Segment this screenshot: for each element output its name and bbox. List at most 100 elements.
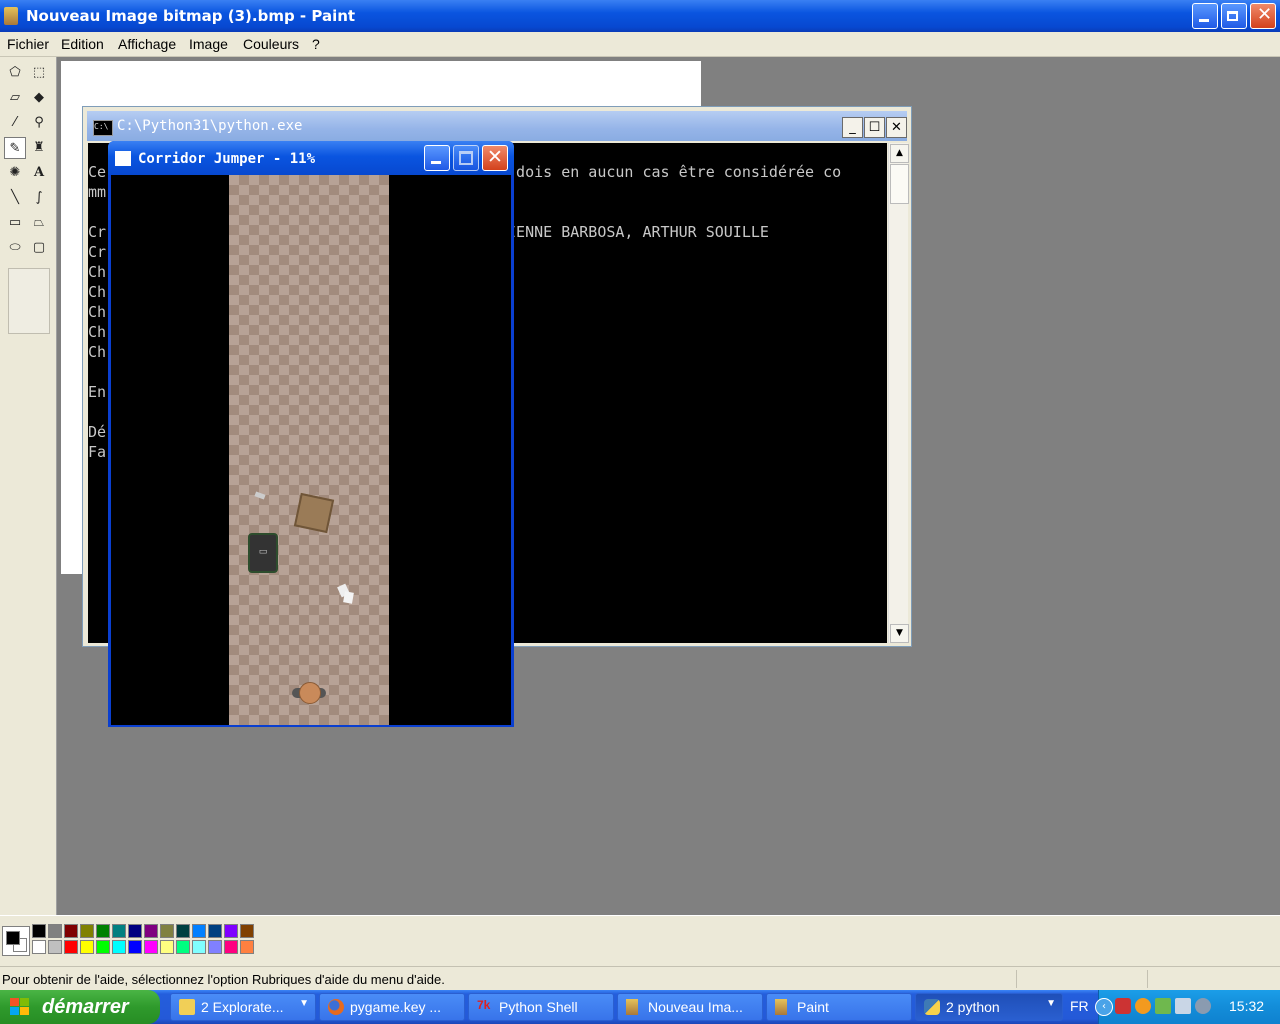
scroll-thumb[interactable] [890, 164, 909, 204]
tray-expand-icon[interactable]: ‹ [1095, 998, 1113, 1016]
rounded-rect-tool[interactable]: ▢ [28, 237, 50, 259]
palette-swatch[interactable] [224, 940, 238, 954]
papers-sprite [337, 583, 354, 604]
fill-tool[interactable]: ◆ [28, 87, 50, 109]
console-minimize-button[interactable]: _ [842, 117, 863, 138]
rectangle-tool[interactable]: ▭ [4, 212, 26, 234]
taskbar-item-paint[interactable]: Paint [766, 993, 912, 1021]
connection-icon[interactable] [1175, 998, 1191, 1014]
palette-swatch[interactable] [48, 924, 62, 938]
palette-swatch[interactable] [32, 940, 46, 954]
polygon-tool[interactable]: ⏢ [28, 212, 50, 234]
palette-swatch[interactable] [112, 924, 126, 938]
console-maximize-button[interactable]: ☐ [864, 117, 885, 138]
palette-swatch[interactable] [160, 940, 174, 954]
network-icon[interactable] [1155, 998, 1171, 1014]
palette-swatch[interactable] [208, 940, 222, 954]
arrow-down-icon: ▼ [896, 628, 903, 638]
restore-icon [1227, 11, 1238, 21]
free-select-tool[interactable]: ⬠ [4, 62, 26, 84]
palette-swatch[interactable] [192, 924, 206, 938]
minimize-icon [431, 161, 441, 164]
pencil-tool[interactable]: ✎ [4, 137, 26, 159]
palette-swatch[interactable] [224, 924, 238, 938]
color-picker-tool[interactable]: ⁄ [4, 112, 26, 134]
taskbar-item-paint-image[interactable]: Nouveau Ima... [617, 993, 763, 1021]
brush-tool[interactable]: ♜ [28, 137, 50, 159]
console-titlebar[interactable]: C:\ C:\Python31\python.exe _ ☐ ✕ [87, 111, 907, 141]
game-maximize-button[interactable] [453, 145, 479, 171]
taskbar-item-firefox[interactable]: pygame.key ... [319, 993, 465, 1021]
line-tool[interactable]: ╲ [4, 187, 26, 209]
console-close-button[interactable]: ✕ [886, 117, 907, 138]
antivirus-icon[interactable] [1135, 998, 1151, 1014]
taskbar-item-python-shell[interactable]: 7k Python Shell [468, 993, 614, 1021]
windows-logo-icon [10, 998, 30, 1016]
palette-swatch[interactable] [32, 924, 46, 938]
current-colors[interactable] [2, 926, 30, 956]
menu-fichier[interactable]: Fichier [7, 36, 49, 52]
eraser-tool[interactable]: ▱ [4, 87, 26, 109]
ellipse-tool[interactable]: ⬭ [4, 237, 26, 259]
menu-couleurs[interactable]: Couleurs [243, 36, 299, 52]
rect-select-tool[interactable]: ⬚ [28, 62, 50, 84]
palette-swatch[interactable] [64, 924, 78, 938]
menu-help[interactable]: ? [312, 36, 320, 52]
palette-swatch[interactable] [208, 924, 222, 938]
menu-edition[interactable]: Edition [61, 36, 104, 52]
palette-swatch[interactable] [80, 940, 94, 954]
palette-swatch[interactable] [128, 940, 142, 954]
scroll-down-button[interactable]: ▼ [890, 624, 909, 643]
menu-affichage[interactable]: Affichage [118, 36, 176, 52]
palette-swatch[interactable] [128, 924, 142, 938]
system-tray: ‹ 15:32 [1095, 990, 1280, 1024]
game-canvas[interactable]: ▭ [111, 175, 511, 725]
palette-swatch[interactable] [176, 924, 190, 938]
taskbar-item-explorer[interactable]: 2 Explorate... ▼ [170, 993, 316, 1021]
palette-swatch[interactable] [96, 924, 110, 938]
minimize-icon [1199, 19, 1209, 22]
magnifier-tool[interactable]: ⚲ [28, 112, 50, 134]
paint-status-bar: Pour obtenir de l'aide, sélectionnez l'o… [0, 966, 1280, 991]
game-close-button[interactable]: ✕ [482, 145, 508, 171]
paint-restore-button[interactable] [1221, 3, 1247, 29]
paint-icon [775, 999, 787, 1015]
airbrush-tool[interactable]: ✺ [4, 162, 26, 184]
start-button[interactable]: démarrer [0, 990, 160, 1024]
clock[interactable]: 15:32 [1229, 998, 1264, 1014]
palette-swatch[interactable] [176, 940, 190, 954]
console-line-left: Ce [88, 163, 107, 181]
palette-swatch[interactable] [48, 940, 62, 954]
language-indicator[interactable]: FR [1070, 998, 1089, 1014]
security-alert-icon[interactable] [1115, 998, 1131, 1014]
palette-swatch[interactable] [80, 924, 94, 938]
paint-close-button[interactable]: ✕ [1250, 3, 1276, 29]
palette-swatch[interactable] [144, 940, 158, 954]
console-scrollbar[interactable]: ▲ ▼ [888, 143, 909, 643]
game-minimize-button[interactable] [424, 145, 450, 171]
game-window[interactable]: Corridor Jumper - 11% ✕ ▭ [108, 141, 514, 727]
curve-tool[interactable]: ∫ [28, 187, 50, 209]
console-line-left: Cr [88, 223, 107, 241]
palette-swatch[interactable] [144, 924, 158, 938]
scroll-up-button[interactable]: ▲ [890, 144, 909, 163]
taskbar-item-python[interactable]: 2 python ▼ [915, 993, 1063, 1021]
maximize-icon [459, 151, 473, 165]
console-line-left: Dé [88, 423, 107, 441]
palette-swatch[interactable] [240, 940, 254, 954]
paint-toolbox: ⬠ ⬚ ▱ ◆ ⁄ ⚲ ✎ ♜ ✺ A ╲ ∫ ▭ ⏢ ⬭ ▢ [0, 57, 57, 915]
menu-image[interactable]: Image [189, 36, 228, 52]
palette-swatch[interactable] [96, 940, 110, 954]
foreground-color-swatch[interactable] [6, 931, 20, 945]
palette-swatch[interactable] [112, 940, 126, 954]
palette-swatch[interactable] [240, 924, 254, 938]
paint-minimize-button[interactable] [1192, 3, 1218, 29]
paint-titlebar[interactable]: Nouveau Image bitmap (3).bmp - Paint ✕ [0, 0, 1280, 32]
palette-swatch[interactable] [64, 940, 78, 954]
palette-swatch[interactable] [192, 940, 206, 954]
tool-options-panel[interactable] [8, 268, 50, 334]
game-titlebar[interactable]: Corridor Jumper - 11% ✕ [108, 141, 514, 175]
palette-swatch[interactable] [160, 924, 174, 938]
volume-icon[interactable] [1195, 998, 1211, 1014]
text-tool[interactable]: A [28, 162, 50, 184]
